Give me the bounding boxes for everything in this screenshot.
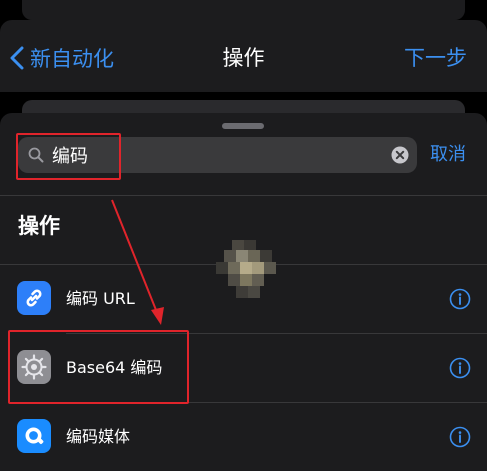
link-icon: [17, 281, 51, 315]
divider: [0, 195, 487, 196]
next-button[interactable]: 下一步: [404, 40, 467, 76]
info-icon[interactable]: [449, 288, 471, 310]
action-row-encode-url[interactable]: 编码 URL: [0, 265, 487, 333]
action-label: Base64 编码: [66, 358, 163, 377]
background-sheet: [22, 0, 465, 20]
action-label: 编码 URL: [66, 289, 135, 308]
action-row-base64-encode[interactable]: Base64 编码: [0, 334, 487, 402]
screen: 新自动化 操作 下一步 取消 操作: [0, 0, 487, 471]
search-input[interactable]: [52, 144, 372, 166]
action-row-encode-media[interactable]: 编码媒体: [0, 403, 487, 471]
action-sheet: 取消 操作 编码 URL: [0, 113, 487, 471]
sheet-grabber[interactable]: [222, 123, 264, 129]
nav-title: 操作: [222, 46, 265, 70]
quicktime-icon: [17, 419, 51, 453]
cancel-button[interactable]: 取消: [430, 137, 466, 173]
navigation-bar: 新自动化 操作 下一步: [0, 20, 487, 92]
back-label: 新自动化: [30, 47, 114, 71]
search-field[interactable]: [18, 137, 417, 173]
info-icon[interactable]: [449, 357, 471, 379]
action-label: 编码媒体: [66, 427, 131, 446]
gear-icon: [17, 350, 51, 384]
chevron-left-icon: [10, 46, 24, 70]
section-title: 操作: [18, 214, 60, 238]
info-icon[interactable]: [449, 426, 471, 448]
clear-icon[interactable]: [391, 146, 409, 164]
back-button[interactable]: 新自动化: [10, 40, 114, 76]
search-icon: [28, 147, 44, 163]
